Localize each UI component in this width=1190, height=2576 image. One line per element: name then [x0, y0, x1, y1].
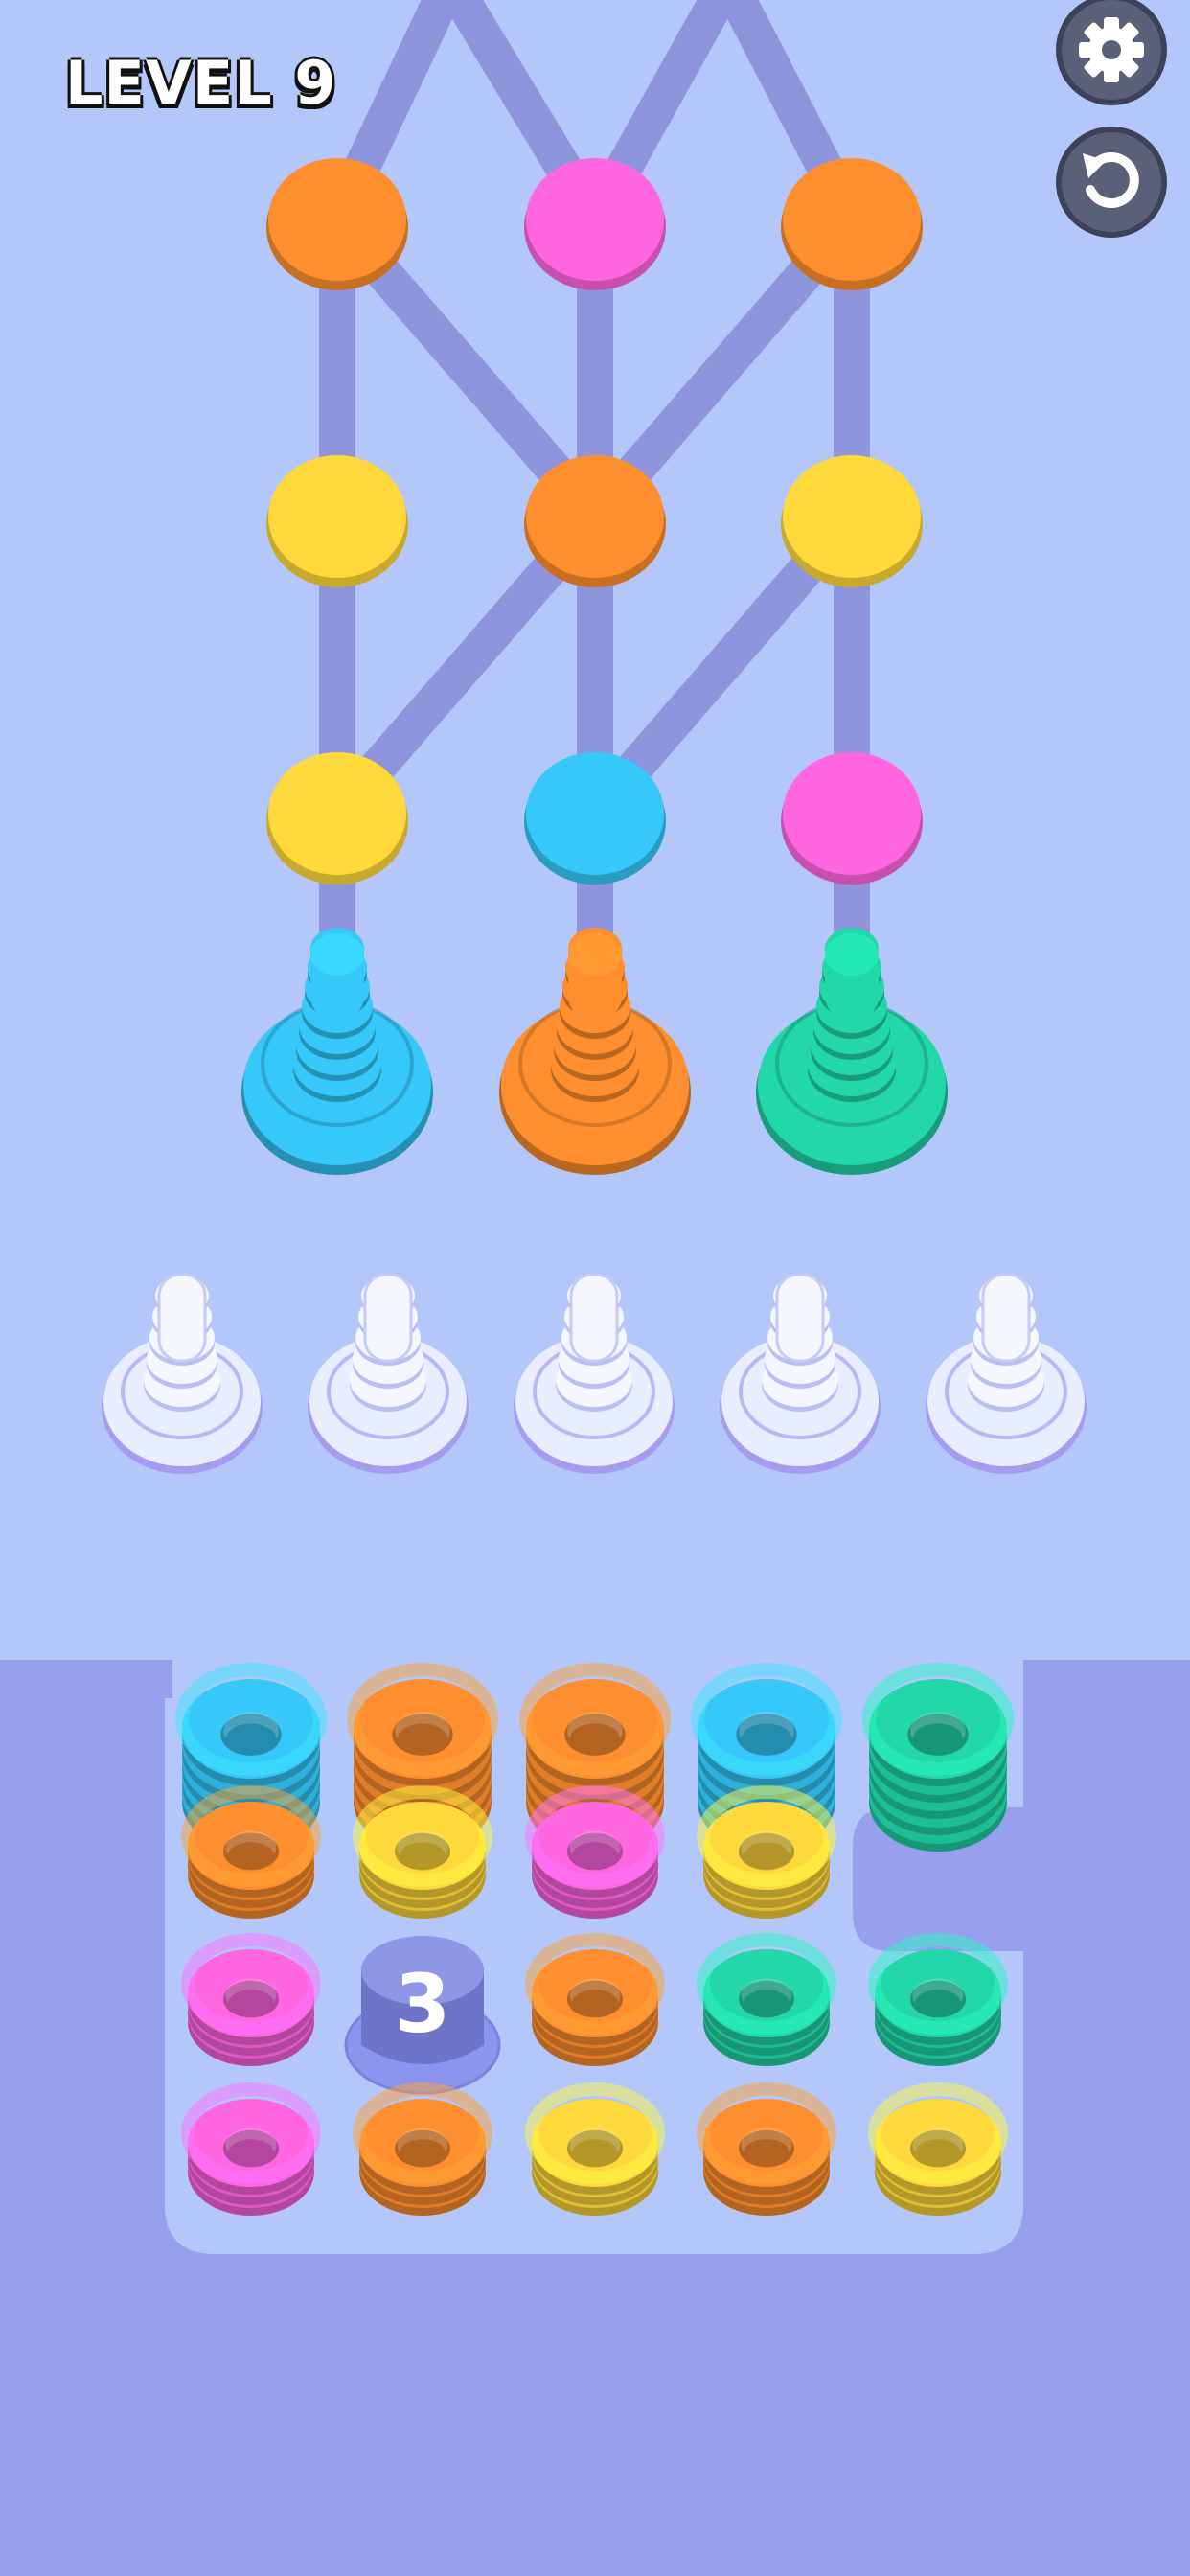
ring-stack-orange[interactable] [353, 2082, 492, 2216]
empty-peg[interactable] [308, 1273, 469, 1474]
ring-stack-orange[interactable] [697, 2082, 836, 2216]
color-node-pink [781, 752, 923, 885]
color-node-orange [524, 455, 666, 587]
ring-stack-orange[interactable] [525, 1933, 665, 2066]
color-node-orange [781, 158, 923, 290]
restart-icon [1083, 152, 1139, 209]
empty-peg[interactable] [102, 1273, 263, 1474]
ring-stack-yellow[interactable] [868, 2082, 1008, 2216]
color-node-pink [524, 158, 666, 290]
empty-peg[interactable] [514, 1273, 675, 1474]
ring-stack-orange[interactable] [181, 1785, 321, 1919]
target-peg-cyan[interactable] [241, 928, 433, 1175]
target-peg-green[interactable] [756, 928, 948, 1175]
ring-stack-pink[interactable] [525, 1785, 665, 1919]
graph-nodes [266, 158, 923, 885]
blocker-count: 3 [395, 1957, 450, 2051]
target-peg-orange[interactable] [499, 928, 691, 1175]
ring-stack-yellow[interactable] [525, 2082, 665, 2216]
game-scene: 3 [0, 0, 1190, 2576]
empty-peg[interactable] [720, 1273, 881, 1474]
ring-stack-green[interactable] [697, 1933, 836, 2066]
level-label: LEVEL 9 [65, 48, 337, 118]
settings-button[interactable] [1056, 0, 1167, 105]
color-node-yellow [781, 455, 923, 587]
restart-button[interactable] [1056, 126, 1167, 238]
locked-blocker: 3 [344, 1936, 501, 2095]
color-node-yellow [266, 455, 408, 587]
ring-stack-pink[interactable] [181, 2082, 321, 2216]
color-node-cyan [524, 752, 666, 885]
ring-stack-green[interactable] [868, 1933, 1008, 2066]
ring-stack-yellow[interactable] [697, 1785, 836, 1919]
ring-stack-green[interactable] [862, 1663, 1014, 1852]
color-node-yellow [266, 752, 408, 885]
empty-peg[interactable] [926, 1273, 1087, 1474]
game-board: 3 LEVEL 9 [0, 0, 1190, 2576]
ring-stack-yellow[interactable] [353, 1785, 492, 1919]
gear-icon [1079, 17, 1144, 82]
color-node-orange [266, 158, 408, 290]
ring-stack-pink[interactable] [181, 1933, 321, 2066]
